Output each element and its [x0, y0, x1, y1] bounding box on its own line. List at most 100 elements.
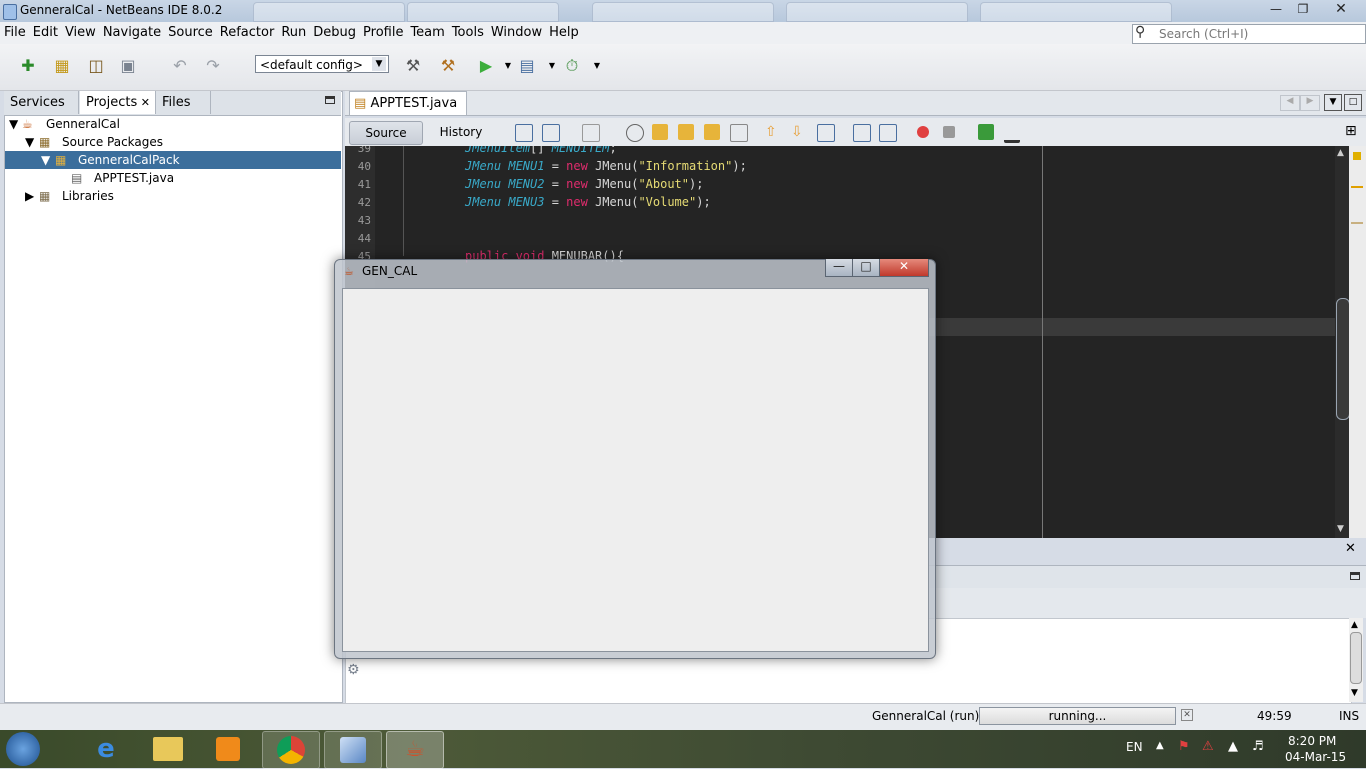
java-taskbar-icon[interactable]: ☕ — [386, 731, 444, 769]
internet-explorer-icon[interactable]: e — [78, 731, 134, 767]
close-button[interactable]: ✕ — [1328, 1, 1354, 18]
volume-icon[interactable]: ♬ — [1252, 739, 1264, 754]
previous-bookmark-icon[interactable]: ⇧ — [765, 124, 781, 140]
split-editor-icon[interactable]: ⊞ — [1345, 123, 1357, 139]
flag-icon[interactable]: ⚑ — [1178, 739, 1190, 754]
clock-time[interactable]: 8:20 PM — [1288, 734, 1336, 748]
config-dropdown[interactable]: <default config> ▼ — [255, 55, 389, 73]
search-input[interactable]: ⚲ Search (Ctrl+I) — [1132, 24, 1366, 44]
start-button[interactable] — [6, 732, 40, 766]
forward-icon[interactable] — [582, 124, 600, 142]
language-indicator[interactable]: EN — [1126, 740, 1143, 754]
java-close-button[interactable]: ✕ — [879, 259, 929, 277]
java-maximize-button[interactable]: □ — [852, 259, 880, 277]
maximize-button[interactable]: ❐ — [1290, 1, 1316, 18]
find-next-icon[interactable] — [678, 124, 694, 140]
signal-icon[interactable]: ▲ — [1228, 739, 1238, 754]
redo-icon[interactable]: ↷ — [201, 54, 225, 78]
clock-date[interactable]: 04-Mar-15 — [1285, 750, 1346, 764]
toggle-bookmark-icon[interactable] — [817, 124, 835, 142]
editor-tab-apptest[interactable]: ▤ APPTEST.java ✕ — [349, 91, 467, 134]
tree-source-packages[interactable]: Source Packages — [62, 133, 163, 151]
file-explorer-icon[interactable] — [140, 731, 196, 767]
tree-file[interactable]: APPTEST.java — [94, 169, 174, 187]
tree-libraries[interactable]: Libraries — [62, 187, 114, 205]
back-icon[interactable] — [542, 124, 560, 142]
shift-right-icon[interactable] — [879, 124, 897, 142]
editor-scrollbar-thumb[interactable] — [1336, 298, 1350, 420]
output-settings-icon[interactable]: ⚙ — [347, 662, 360, 678]
scroll-left-icon[interactable]: ◀ — [1280, 95, 1300, 111]
source-view-button[interactable]: Source — [349, 121, 423, 145]
menu-file[interactable]: File — [0, 22, 29, 40]
scroll-up-icon[interactable]: ▲ — [1337, 148, 1344, 158]
new-file-icon[interactable]: ✚ — [16, 54, 40, 78]
new-project-icon[interactable]: ▦ — [50, 54, 74, 78]
menu-tools[interactable]: Tools — [448, 22, 487, 40]
find-previous-icon[interactable] — [652, 124, 668, 140]
tab-files[interactable]: Files — [156, 91, 211, 114]
menu-window[interactable]: Window — [487, 22, 545, 40]
menu-help[interactable]: Help — [545, 22, 582, 40]
open-project-icon[interactable]: ◫ — [84, 54, 108, 78]
close-icon[interactable]: ✕ — [141, 91, 150, 114]
history-view-button[interactable]: History — [430, 121, 492, 143]
error-stripe[interactable] — [1349, 146, 1366, 538]
minimize-panel-icon[interactable] — [325, 96, 335, 104]
menu-refactor[interactable]: Refactor — [216, 22, 278, 40]
java-window-content[interactable] — [342, 288, 929, 652]
tree-expand-icon[interactable]: ▼ — [25, 133, 34, 151]
tree-expand-icon[interactable]: ▼ — [9, 115, 18, 133]
next-bookmark-icon[interactable]: ⇩ — [791, 124, 807, 140]
scroll-down-icon[interactable]: ▼ — [1337, 524, 1344, 534]
tree-package[interactable]: GenneralCalPack — [78, 151, 180, 169]
menu-source[interactable]: Source — [164, 22, 216, 40]
clean-build-icon[interactable]: ⚒ — [436, 54, 460, 78]
scroll-right-icon[interactable]: ▶ — [1300, 95, 1320, 111]
run-icon[interactable]: ▶ — [474, 54, 498, 78]
find-icon[interactable] — [626, 124, 644, 142]
show-opened-documents-icon[interactable]: ▼ — [1324, 94, 1342, 111]
uncomment-icon[interactable] — [1004, 124, 1020, 143]
minimize-button[interactable]: — — [1263, 1, 1289, 18]
netbeans-taskbar-icon[interactable] — [324, 731, 382, 769]
start-macro-icon[interactable] — [917, 126, 929, 138]
menu-view[interactable]: View — [61, 22, 99, 40]
profile-dropdown-icon[interactable]: ▼ — [585, 54, 609, 78]
menu-edit[interactable]: Edit — [29, 22, 61, 40]
code-line[interactable]: JMenu MENU3 = new JMenu("Volume"); — [465, 195, 711, 209]
toggle-rect-selection-icon[interactable] — [730, 124, 748, 142]
tree-collapse-icon[interactable]: ▶ — [25, 187, 34, 205]
undo-icon[interactable]: ↶ — [168, 54, 192, 78]
menu-run[interactable]: Run — [277, 22, 309, 40]
scroll-down-icon[interactable]: ▼ — [1351, 688, 1358, 698]
shift-left-icon[interactable] — [853, 124, 871, 142]
close-icon[interactable]: ✕ — [1345, 541, 1356, 556]
network-status-icon[interactable]: ⚠ — [1202, 739, 1214, 754]
stop-macro-icon[interactable] — [943, 126, 955, 138]
media-player-icon[interactable] — [200, 731, 256, 767]
output-scrollbar[interactable]: ▲ ▼ — [1349, 618, 1363, 702]
running-task-label[interactable]: GenneralCal (run) — [872, 709, 979, 723]
window-titlebar[interactable]: GenneralCal - NetBeans IDE 8.0.2 — ❐ ✕ — [0, 0, 1366, 22]
build-icon[interactable]: ⚒ — [401, 54, 425, 78]
output-scrollbar-thumb[interactable] — [1350, 632, 1362, 684]
tab-services[interactable]: Services — [4, 91, 79, 114]
menu-team[interactable]: Team — [406, 22, 447, 40]
tree-project[interactable]: GenneralCal — [46, 115, 120, 133]
chrome-icon[interactable] — [262, 731, 320, 769]
profile-icon[interactable]: ⏱ — [560, 54, 584, 78]
show-hidden-icons-icon[interactable]: ▲ — [1156, 740, 1164, 751]
cancel-task-icon[interactable]: ✕ — [1181, 709, 1193, 721]
java-minimize-button[interactable]: — — [825, 259, 853, 277]
code-line[interactable]: JMenu MENU2 = new JMenu("About"); — [465, 177, 703, 191]
maximize-editor-icon[interactable]: □ — [1344, 94, 1362, 111]
comment-icon[interactable] — [978, 124, 994, 140]
debug-icon[interactable]: ▤ — [515, 54, 539, 78]
menu-profile[interactable]: Profile — [359, 22, 406, 40]
menu-navigate[interactable]: Navigate — [99, 22, 164, 40]
code-line[interactable]: JMenu MENU1 = new JMenu("Information"); — [465, 159, 747, 173]
menu-debug[interactable]: Debug — [309, 22, 359, 40]
minimize-panel-icon[interactable] — [1350, 572, 1360, 580]
tree-expand-icon[interactable]: ▼ — [41, 151, 50, 169]
